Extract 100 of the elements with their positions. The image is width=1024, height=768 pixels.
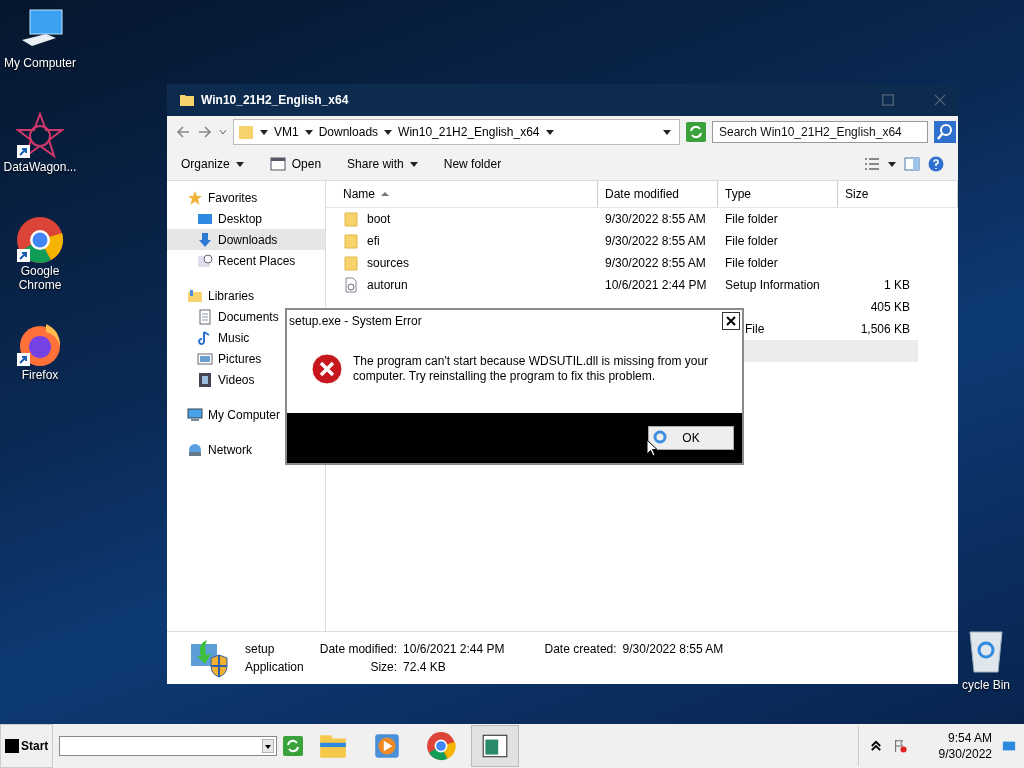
video-icon [197, 371, 213, 388]
nav-item[interactable]: Music [167, 327, 325, 348]
detail-value: 72.4 KB [403, 660, 447, 674]
nav-item[interactable]: Recent Places [167, 250, 325, 271]
type-cell: File folder [725, 256, 778, 270]
detail-label: Date created: [544, 642, 617, 656]
caret-icon[interactable] [888, 160, 896, 168]
toolbar-button[interactable]: Open [263, 154, 328, 174]
address-field[interactable] [59, 736, 278, 756]
window-app-button[interactable] [471, 725, 520, 767]
help-icon[interactable] [928, 156, 944, 172]
library-icon [187, 287, 203, 304]
window-icon [269, 156, 286, 172]
type-cell: File folder [725, 212, 778, 226]
back-arrow-icon[interactable] [175, 124, 191, 140]
detail-value: 10/6/2021 2:44 PM [403, 642, 505, 656]
star-pattern-icon[interactable] [16, 112, 64, 160]
flag-icon[interactable] [892, 739, 907, 753]
icon-label[interactable]: Firefox [2, 368, 78, 382]
date-cell: 9/30/2022 8:55 AM [605, 234, 706, 248]
installer-shield-icon [189, 638, 229, 678]
window-title: Win10_21H2_English_x64 [201, 92, 349, 108]
breadcrumb-item[interactable]: Downloads [318, 125, 379, 139]
error-message: The program can't start because WDSUTIL.dll is missing from your computer. Try reinstalling the program to fix this problem. [353, 353, 710, 384]
breadcrumb-item[interactable]: Win10_21H2_English_x64 [398, 125, 540, 139]
caret-icon[interactable] [545, 128, 554, 136]
caret-icon [409, 160, 418, 168]
ok-button[interactable]: OK [648, 426, 734, 450]
nav-item[interactable]: My Computer [167, 404, 325, 425]
network-icon [187, 441, 203, 458]
column-header[interactable]: Name [326, 181, 598, 207]
close-icon[interactable] [722, 312, 740, 330]
document-icon [197, 308, 213, 325]
refresh-icon[interactable] [283, 736, 304, 756]
type-cell-text: File [744, 322, 765, 336]
chevron-up-icon[interactable] [868, 739, 883, 753]
detail-label: Size: [369, 660, 398, 674]
picture-icon [197, 350, 213, 367]
file-name: efi [367, 234, 380, 248]
chrome-icon [426, 731, 457, 761]
icon-label[interactable]: DataWagon... [2, 160, 78, 174]
file-row[interactable]: autorun 10/6/2021 2:44 PM Setup Information 1 KB [326, 274, 918, 296]
error-icon [311, 352, 343, 385]
file-name: boot [367, 212, 391, 226]
dropdown-icon[interactable] [663, 128, 671, 136]
file-name: sources [367, 256, 410, 270]
search-icon[interactable] [934, 121, 956, 143]
search-field[interactable]: Search Win10_21H2_English_x64 [712, 121, 928, 143]
nav-item[interactable]: Downloads [167, 229, 325, 250]
recent-icon [197, 252, 213, 269]
date-cell: 9/30/2022 8:55 AM [605, 212, 706, 226]
file-name: autorun [367, 278, 408, 292]
notification-icon[interactable] [1002, 739, 1016, 753]
toolbar-button[interactable]: Share with [341, 155, 424, 173]
size-cell: 405 KB [870, 300, 910, 314]
detail-label: Date modified: [319, 642, 398, 656]
toolbar-button[interactable]: Organize [175, 155, 250, 173]
nav-item[interactable]: Favorites [167, 187, 325, 208]
start-button[interactable]: Start [0, 724, 54, 768]
file-row[interactable]: sources 9/30/2022 8:55 AM File folder [326, 252, 918, 274]
size-cell: 1,506 KB [860, 322, 910, 336]
folder-icon [343, 211, 359, 227]
nav-item[interactable]: Desktop [167, 208, 325, 229]
chrome-icon[interactable] [16, 216, 64, 264]
refresh-icon[interactable] [686, 122, 706, 142]
forward-arrow-icon[interactable] [197, 124, 213, 140]
settings-file-icon [343, 277, 359, 293]
dialog-title: setup.exe - System Error [289, 314, 422, 328]
folder-icon [343, 233, 359, 249]
column-header[interactable]: Date modified [598, 181, 718, 207]
nav-item[interactable]: Pictures [167, 348, 325, 369]
view-list-icon[interactable] [864, 156, 880, 172]
file-type: Application [245, 660, 304, 674]
column-header[interactable]: Size [838, 181, 958, 207]
star-icon [187, 189, 203, 206]
icon-label[interactable]: My Computer [2, 56, 78, 70]
sort-arrow-icon [381, 191, 389, 197]
icon-label[interactable]: cycle Bin [962, 678, 1011, 692]
icon-label[interactable]: Google Chrome [2, 264, 78, 292]
folder-icon [343, 255, 359, 271]
folder-icon [238, 124, 254, 140]
nav-item[interactable]: Network [167, 439, 325, 460]
nav-item[interactable]: Libraries [167, 285, 325, 306]
caret-icon[interactable] [304, 128, 313, 136]
nav-item[interactable]: Videos [167, 369, 325, 390]
date-cell: 9/30/2022 8:55 AM [605, 256, 706, 270]
caret-icon[interactable] [384, 128, 393, 136]
column-header[interactable]: Type [718, 181, 838, 207]
size-cell: 1 KB [884, 278, 910, 292]
folder-icon [179, 92, 195, 108]
type-cell: Setup Information [725, 278, 820, 292]
computer-icon [187, 406, 203, 423]
clock[interactable]: 9:54 AM 9/30/2022 [938, 731, 992, 761]
toolbar-button[interactable]: New folder [437, 155, 508, 173]
breadcrumb-item[interactable]: VM1 [274, 125, 299, 139]
address-bar[interactable]: VM1 Downloads Win10_21H2_English_x64 [233, 119, 680, 145]
dropdown-icon[interactable] [262, 739, 275, 753]
file-row[interactable]: boot 9/30/2022 8:55 AM File folder [326, 208, 918, 230]
caret-icon[interactable] [260, 128, 268, 136]
file-row[interactable]: efi 9/30/2022 8:55 AM File folder [326, 230, 918, 252]
